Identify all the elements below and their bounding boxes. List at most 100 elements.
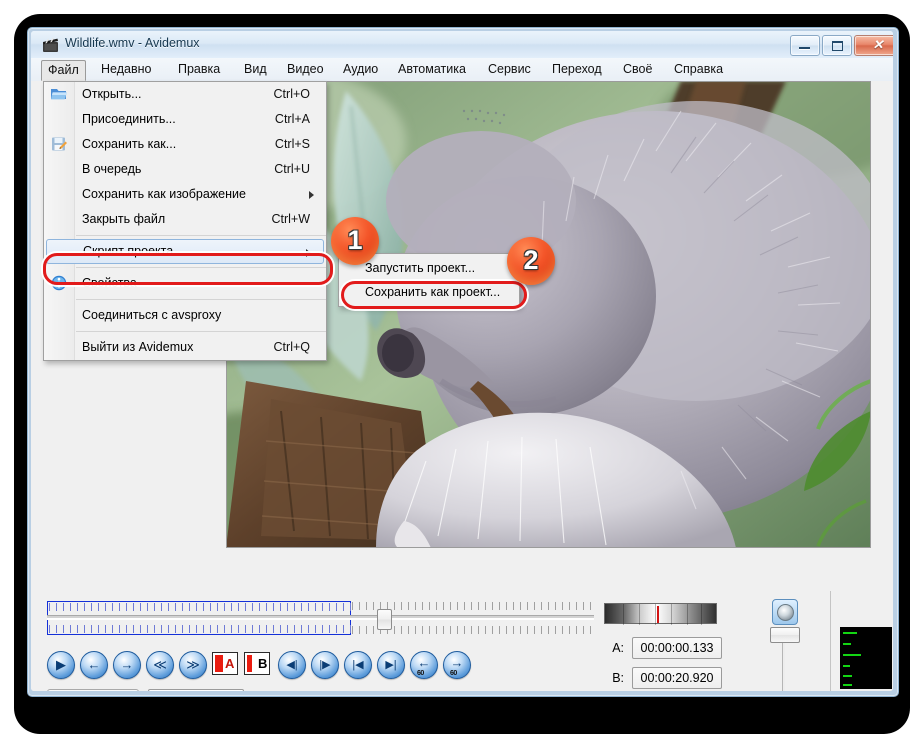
- timeline-groove: [47, 615, 594, 620]
- close-button[interactable]: ✕: [854, 35, 893, 56]
- marker-b-block-icon: [247, 655, 252, 672]
- menu-item-quit-accel: Ctrl+Q: [273, 340, 310, 354]
- rewind-button[interactable]: ≪: [146, 651, 174, 679]
- audio-level-display: [840, 627, 892, 689]
- menu-item-open-label: Открыть...: [82, 87, 142, 101]
- prev-keyframe-button[interactable]: ◀|: [278, 651, 306, 679]
- maximize-button[interactable]: [822, 35, 852, 56]
- menu-item-queue[interactable]: В очередь Ctrl+U: [44, 157, 326, 182]
- menu-item-save-as-image-label: Сохранить как изображение: [82, 187, 246, 201]
- next-keyframe-icon: |▶: [319, 659, 331, 671]
- minimize-button[interactable]: [790, 35, 820, 56]
- menu-vid[interactable]: Вид: [237, 60, 274, 79]
- step-badge-1-label: 1: [347, 225, 363, 255]
- prev-keyframe-icon: ◀|: [286, 659, 298, 671]
- menu-item-append-label: Присоединить...: [82, 112, 176, 126]
- forward-60-label: 60: [450, 670, 457, 677]
- menu-spravka[interactable]: Справка: [667, 60, 730, 79]
- menu-item-queue-label: В очередь: [82, 162, 142, 176]
- menu-item-save-as-image[interactable]: Сохранить как изображение: [44, 182, 326, 207]
- arrow-right-icon: →: [450, 655, 464, 670]
- transport-controls: ▶ ← → ≪ ≫ A B ◀| |▶ |◀ ▶| ← 60 → 60: [47, 651, 471, 679]
- arrow-left-icon: ←: [87, 657, 101, 672]
- file-menu-dropdown: Открыть... Ctrl+O Присоединить... Ctrl+A…: [43, 81, 327, 361]
- speaker-button[interactable]: [772, 599, 798, 625]
- marker-a-letter: A: [225, 656, 235, 671]
- menu-nedavno[interactable]: Недавно: [94, 60, 158, 79]
- menu-item-save-as-accel: Ctrl+S: [274, 137, 310, 151]
- info-icon: [51, 275, 67, 291]
- menu-separator: [76, 267, 326, 268]
- back-60-button[interactable]: ← 60: [410, 651, 438, 679]
- marker-b-label: B:: [612, 671, 624, 685]
- marker-a-label: A:: [612, 641, 624, 655]
- arrow-right-icon: →: [120, 657, 134, 672]
- play-icon: ▶: [56, 657, 66, 672]
- speaker-icon: [777, 604, 794, 621]
- menu-svoyo[interactable]: Своё: [616, 60, 659, 79]
- time-mode-button[interactable]: Время:: [47, 689, 139, 691]
- menu-item-quit[interactable]: Выйти из Avidemux Ctrl+Q: [44, 335, 326, 360]
- next-keyframe-button[interactable]: |▶: [311, 651, 339, 679]
- folder-open-icon: [51, 89, 67, 100]
- menu-item-save-as[interactable]: Сохранить как... Ctrl+S: [44, 132, 326, 157]
- menu-item-avsproxy-label: Соединиться с avsproxy: [82, 308, 222, 322]
- menu-item-properties-label: Свойства: [82, 276, 137, 290]
- timeline-handle[interactable]: [377, 609, 392, 630]
- marker-b-button[interactable]: B: [244, 652, 270, 675]
- menu-item-close-file-label: Закрыть файл: [82, 212, 166, 226]
- submenu-item-save-as-project[interactable]: Сохранить как проект...: [339, 280, 519, 304]
- timeline-ticks-bottom-selected: [49, 625, 351, 633]
- submenu-arrow-icon: [309, 191, 314, 199]
- step-badge-2-label: 2: [523, 245, 539, 275]
- timeline-slider[interactable]: [47, 601, 594, 635]
- menu-audio[interactable]: Аудио: [336, 60, 385, 79]
- step-forward-button[interactable]: →: [113, 651, 141, 679]
- timeline-ticks-top-selected: [49, 603, 351, 611]
- fast-forward-icon: ≫: [186, 657, 200, 672]
- close-icon: ✕: [872, 37, 884, 52]
- menu-servis[interactable]: Сервис: [481, 60, 538, 79]
- rewind-icon: ≪: [153, 657, 167, 672]
- menu-item-append-accel: Ctrl+A: [274, 112, 310, 126]
- menu-fajl[interactable]: Файл: [41, 60, 86, 81]
- menu-item-avsproxy[interactable]: Соединиться с avsproxy: [44, 303, 326, 328]
- current-time-input[interactable]: 00:00:20.920: [148, 689, 244, 691]
- menu-item-open[interactable]: Открыть... Ctrl+O: [44, 82, 326, 107]
- menu-separator: [76, 299, 326, 300]
- forward-60-button[interactable]: → 60: [443, 651, 471, 679]
- submenu-arrow-icon: [306, 249, 311, 257]
- marker-a-block-icon: [215, 655, 223, 672]
- marker-a-time-input[interactable]: 00:00:00.133: [632, 637, 722, 659]
- menu-item-project-script[interactable]: Скрипт проекта: [46, 239, 324, 264]
- fast-forward-button[interactable]: ≫: [179, 651, 207, 679]
- menu-item-properties[interactable]: Свойства: [44, 271, 326, 296]
- menu-pravka[interactable]: Правка: [171, 60, 227, 79]
- menu-item-append[interactable]: Присоединить... Ctrl+A: [44, 107, 326, 132]
- marker-a-button[interactable]: A: [212, 652, 238, 675]
- go-to-end-button[interactable]: ▶|: [377, 651, 405, 679]
- menu-item-close-file[interactable]: Закрыть файл Ctrl+W: [44, 207, 326, 232]
- menu-avtomatika[interactable]: Автоматика: [391, 60, 473, 79]
- menu-bar: Файл Недавно Правка Вид Видео Аудио Авто…: [31, 58, 893, 82]
- volume-slider-handle[interactable]: [770, 627, 800, 643]
- go-to-start-icon: |◀: [352, 659, 364, 671]
- menu-item-save-as-label: Сохранить как...: [82, 137, 177, 151]
- menu-perehod[interactable]: Переход: [545, 60, 609, 79]
- play-button[interactable]: ▶: [47, 651, 75, 679]
- menu-video[interactable]: Видео: [280, 60, 331, 79]
- avidemux-window: Wildlife.wmv - Avidemux ✕ Файл Недавно П…: [31, 31, 893, 691]
- menu-separator: [76, 235, 326, 236]
- panel-divider-right: [830, 591, 831, 691]
- menu-item-open-accel: Ctrl+O: [273, 87, 310, 101]
- step-back-button[interactable]: ←: [80, 651, 108, 679]
- window-title: Wildlife.wmv - Avidemux: [65, 36, 200, 50]
- save-disk-icon: [52, 137, 67, 151]
- vu-needle: [657, 606, 659, 623]
- arrow-left-icon: ←: [417, 655, 431, 670]
- step-badge-2: 2: [507, 237, 555, 285]
- marker-b-time-input[interactable]: 00:00:20.920: [632, 667, 722, 689]
- menu-item-project-script-label: Скрипт проекта: [83, 244, 174, 258]
- go-to-start-button[interactable]: |◀: [344, 651, 372, 679]
- title-bar: Wildlife.wmv - Avidemux ✕: [31, 31, 893, 58]
